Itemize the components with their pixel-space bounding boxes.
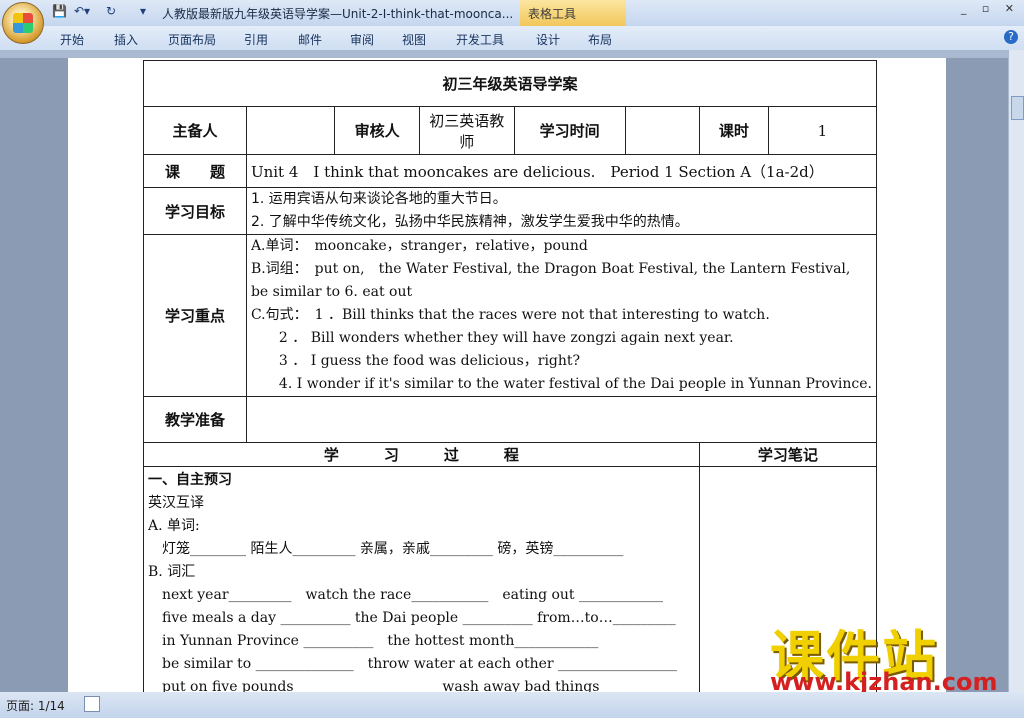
tab-review[interactable]: 审阅 — [350, 31, 374, 48]
office-logo-icon — [13, 13, 33, 33]
tab-view[interactable]: 视图 — [402, 31, 426, 48]
process-line: 英汉互译 — [148, 495, 204, 511]
reviewer-label: 审核人 — [334, 106, 420, 155]
focus-line: 4. I wonder if it's similar to the water… — [250, 376, 872, 392]
process-header: 学 习 过 程 — [143, 442, 700, 467]
period-value: 1 — [767, 106, 877, 155]
focus-line: 3 ． I guess the food was delicious，right… — [250, 353, 581, 369]
period-label: 课时 — [698, 106, 769, 155]
scroll-thumb[interactable] — [1011, 96, 1024, 120]
preparer-label: 主备人 — [143, 106, 247, 155]
customize-toolbar-icon[interactable]: ▾ — [140, 4, 146, 22]
process-line: A. 单词: — [148, 518, 200, 534]
ribbon-tabs: 开始 插入 页面布局 引用 邮件 审阅 视图 开发工具 设计 布局 ? — [0, 26, 1024, 51]
study-time-label: 学习时间 — [513, 106, 626, 155]
process-line: B. 词汇 — [148, 564, 196, 580]
study-time-value[interactable] — [624, 106, 700, 155]
tab-references[interactable]: 引用 — [244, 31, 268, 48]
window-controls[interactable]: _ ▫ ✕ — [961, 2, 1020, 15]
document-page[interactable]: 初三年级英语导学案 主备人 审核人 初三英语教师 学习时间 课时 1 课 题 U… — [68, 58, 946, 692]
process-line: put on five pounds ____________________ … — [148, 679, 695, 692]
redo-icon[interactable]: ↻ — [106, 4, 116, 22]
focus-line: be similar to 6. eat out — [250, 284, 413, 300]
prep-label: 教学准备 — [143, 396, 247, 443]
document-title: 初三年级英语导学案 — [143, 60, 877, 107]
process-line: next year_________ watch the race_______… — [148, 587, 663, 603]
context-tools-label: 表格工具 — [520, 0, 626, 26]
notes-header: 学习笔记 — [698, 442, 877, 467]
tab-layout[interactable]: 布局 — [588, 31, 612, 48]
tab-insert[interactable]: 插入 — [114, 31, 138, 48]
tab-mailings[interactable]: 邮件 — [298, 31, 322, 48]
focus-line: A.单词： mooncake，stranger，relative，pound — [250, 238, 588, 254]
focus-label: 学习重点 — [143, 234, 247, 397]
focus-line: 2 ． Bill wonders whether they will have … — [250, 330, 734, 346]
tab-developer[interactable]: 开发工具 — [456, 31, 504, 48]
preparer-value[interactable] — [245, 106, 336, 155]
process-line: five meals a day __________ the Dai peop… — [148, 610, 676, 626]
page-indicator[interactable]: 页面: 1/14 — [6, 697, 65, 714]
focus-line: B.词组： put on, the Water Festival, the Dr… — [250, 261, 851, 277]
title-bar: 💾 ↶▾ ↻ ▾ 人教版最新版九年级英语导学案—Unit-2-I-think-t… — [0, 0, 1024, 26]
ruler — [0, 50, 1008, 58]
prep-value[interactable] — [245, 396, 877, 443]
proofing-icon[interactable] — [84, 696, 100, 712]
window-title: 人教版最新版九年级英语导学案—Unit-2-I-think-that-moonc… — [162, 7, 514, 21]
vertical-scrollbar[interactable] — [1008, 50, 1024, 692]
process-line: be similar to ______________ throw water… — [148, 656, 678, 672]
lesson-table: 初三年级英语导学案 主备人 审核人 初三英语教师 学习时间 课时 1 课 题 U… — [143, 60, 877, 692]
topic-value: Unit 4 I think that mooncakes are delici… — [245, 154, 877, 188]
goal-line: 1. 运用宾语从句来谈论各地的重大节日。 — [250, 191, 507, 207]
save-icon[interactable]: 💾 — [52, 4, 67, 22]
reviewer-value: 初三英语教师 — [418, 106, 515, 155]
process-line: 一、自主预习 — [148, 472, 232, 488]
help-icon[interactable]: ? — [1004, 30, 1018, 44]
undo-icon[interactable]: ↶▾ — [74, 4, 90, 22]
tab-design[interactable]: 设计 — [536, 31, 560, 48]
goals-label: 学习目标 — [143, 187, 247, 235]
process-line: 灯笼________ 陌生人_________ 亲属，亲戚_________ 磅… — [148, 541, 624, 557]
document-area: 初三年级英语导学案 主备人 审核人 初三英语教师 学习时间 课时 1 课 题 U… — [0, 58, 1008, 692]
tab-page-layout[interactable]: 页面布局 — [168, 31, 216, 48]
goal-line: 2. 了解中华传统文化，弘扬中华民族精神，激发学生爱我中华的热情。 — [250, 214, 689, 230]
process-line: in Yunnan Province __________ the hottes… — [148, 633, 599, 649]
topic-label: 课 题 — [143, 154, 247, 188]
office-button[interactable] — [2, 2, 44, 44]
status-bar: 页面: 1/14 — [0, 692, 1024, 718]
tab-home[interactable]: 开始 — [60, 31, 84, 48]
focus-line: C.句式： 1 ．Bill thinks that the races were… — [250, 307, 770, 323]
